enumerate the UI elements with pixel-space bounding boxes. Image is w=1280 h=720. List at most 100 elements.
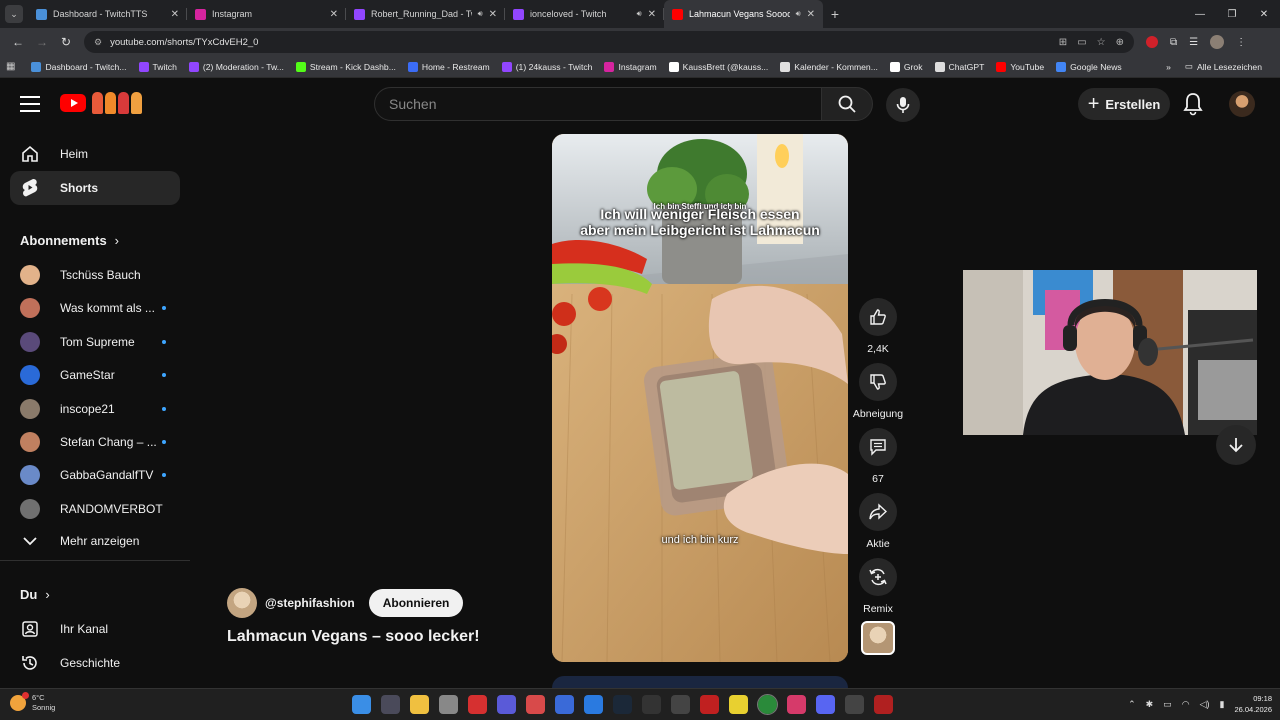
back-icon[interactable]: ←	[6, 35, 30, 49]
discord-icon[interactable]	[816, 695, 835, 714]
bookmark-item[interactable]: YouTube	[996, 61, 1044, 72]
speaker-icon[interactable]: 🔊︎	[796, 9, 801, 19]
sidebar-item-home[interactable]: Heim	[10, 137, 180, 171]
close-tab-icon[interactable]: ✕	[330, 9, 338, 20]
more-bookmarks-icon[interactable]: »	[1166, 62, 1171, 72]
remix-button[interactable]: Remix	[850, 558, 906, 615]
media-controls-icon[interactable]: ☰	[1189, 37, 1198, 48]
bookmark-item[interactable]: Instagram	[604, 61, 657, 72]
calculator-icon[interactable]	[381, 695, 400, 714]
tab-search-button[interactable]: ⌄	[0, 0, 28, 28]
minimize-icon[interactable]: —	[1184, 0, 1216, 28]
you-heading[interactable]: Du ›	[20, 587, 50, 602]
bookmark-item[interactable]: Dashboard - Twitch...	[31, 61, 127, 72]
comments-button[interactable]: 67	[850, 428, 906, 485]
wifi-icon[interactable]: ◠	[1182, 699, 1190, 710]
subscribe-button[interactable]: Abonnieren	[368, 589, 464, 617]
bookmark-item[interactable]: Grok	[889, 61, 923, 72]
bluetooth-icon[interactable]: ✱	[1146, 699, 1154, 710]
browser-tab[interactable]: Dashboard - TwitchTTS ✕	[28, 0, 187, 28]
steam-icon[interactable]	[613, 695, 632, 714]
profile-avatar[interactable]	[1210, 35, 1225, 49]
display-icon[interactable]: ▭	[1163, 699, 1172, 710]
notifications-bell-icon[interactable]	[1182, 92, 1204, 116]
speaker-icon[interactable]: 🔊︎	[478, 9, 483, 19]
bookmark-item[interactable]: Kalender - Kommen...	[780, 61, 878, 72]
bookmark-item[interactable]: Home - Restream	[407, 61, 490, 72]
menu-icon[interactable]	[20, 96, 40, 112]
app-icon[interactable]	[584, 695, 603, 714]
close-tab-icon[interactable]: ✕	[171, 9, 179, 20]
app-icon[interactable]	[874, 695, 893, 714]
youtube-logo[interactable]	[60, 94, 86, 112]
opera-icon[interactable]	[787, 695, 806, 714]
subscription-item[interactable]: Stefan Chang – ...	[10, 425, 180, 459]
show-more-button[interactable]: Mehr anzeigen	[10, 524, 180, 558]
clock[interactable]: 09:18 26.04.2026	[1234, 693, 1272, 715]
browser-tab[interactable]: ionceloved - Twitch 🔊︎ ✕	[505, 0, 664, 28]
subscription-item[interactable]: inscope21	[10, 392, 180, 426]
subscription-item[interactable]: GameStar	[10, 358, 180, 392]
chrome-icon[interactable]	[757, 694, 778, 715]
file-explorer-icon[interactable]	[410, 695, 429, 714]
app-icon[interactable]	[671, 695, 690, 714]
bookmark-item[interactable]: Twitch	[138, 61, 177, 72]
bookmark-star-icon[interactable]: ☆	[1097, 37, 1106, 48]
forward-icon[interactable]: →	[30, 35, 54, 49]
extensions-icon[interactable]: ⧉	[1170, 37, 1177, 48]
bookmark-item[interactable]: Stream - Kick Dashb...	[295, 61, 396, 72]
channel-name[interactable]: @stephifashion	[265, 596, 355, 610]
next-short-preview[interactable]	[552, 676, 848, 688]
browser-menu-icon[interactable]: ⋮	[1236, 37, 1246, 48]
close-tab-icon[interactable]: ✕	[489, 9, 497, 20]
browser-tab[interactable]: Instagram ✕	[187, 0, 346, 28]
battery-icon[interactable]: ▮	[1220, 699, 1225, 710]
app-icon[interactable]	[642, 695, 661, 714]
sidebar-item-history[interactable]: Geschichte	[10, 646, 180, 680]
dislike-button[interactable]: Abneigung	[850, 363, 906, 420]
subscription-item[interactable]: Tschüss Bauch	[10, 258, 180, 292]
mouse-app-icon[interactable]	[439, 695, 458, 714]
create-button[interactable]: + Erstellen	[1078, 88, 1170, 120]
bookmark-item[interactable]: (1) 24kauss - Twitch	[501, 61, 592, 72]
share-button[interactable]: Aktie	[850, 493, 906, 550]
browser-tab[interactable]: Robert_Running_Dad - Twit 🔊︎ ✕	[346, 0, 505, 28]
cast-icon[interactable]: ▭	[1077, 37, 1086, 48]
adblock-extension-icon[interactable]	[1146, 36, 1158, 48]
url-field[interactable]: ⚙ youtube.com/shorts/TYxCdvEH2_0 ⊞ ▭ ☆ ⊕	[84, 31, 1134, 53]
bookmark-item[interactable]: Google News	[1056, 61, 1122, 72]
streaming-app-icon[interactable]	[700, 695, 719, 714]
zoom-icon[interactable]: ⊕	[1116, 37, 1124, 48]
browser-tab[interactable]: Lahmacun Vegans Soooo d 🔊︎ ✕	[664, 0, 823, 28]
voice-search-button[interactable]	[886, 88, 920, 122]
bookmark-item[interactable]: (2) Moderation - Tw...	[188, 61, 284, 72]
subscription-item[interactable]: Tom Supreme	[10, 325, 180, 359]
reload-icon[interactable]: ↻	[54, 35, 78, 49]
app-icon[interactable]	[845, 695, 864, 714]
close-window-icon[interactable]: ✕	[1248, 0, 1280, 28]
weather-widget[interactable]: 6°C Sonnig	[10, 692, 55, 713]
all-bookmarks-folder[interactable]: ▭ Alle Lesezeichen	[1185, 61, 1262, 72]
account-avatar[interactable]	[1229, 91, 1255, 117]
like-button[interactable]: 2,4K	[850, 298, 906, 355]
tray-overflow-icon[interactable]: ⌃	[1128, 699, 1136, 710]
maximize-icon[interactable]: ❐	[1216, 0, 1248, 28]
apps-grid-icon[interactable]: ▦	[6, 61, 15, 72]
sidebar-item-your-channel[interactable]: Ihr Kanal	[10, 612, 180, 646]
next-short-button[interactable]	[1216, 425, 1256, 465]
subscription-item[interactable]: GabbaGandalfTV	[10, 458, 180, 492]
new-tab-button[interactable]: +	[823, 6, 847, 22]
volume-icon[interactable]: ◁)	[1200, 699, 1210, 710]
subscriptions-heading[interactable]: Abonnements ›	[20, 233, 119, 248]
obs-icon[interactable]	[468, 695, 487, 714]
site-info-icon[interactable]: ⚙	[94, 37, 102, 48]
sidebar-item-shorts[interactable]: Shorts	[10, 171, 180, 205]
close-tab-icon[interactable]: ✕	[807, 9, 815, 20]
recorder-icon[interactable]	[526, 695, 545, 714]
start-icon[interactable]	[352, 695, 371, 714]
app-icon[interactable]	[729, 695, 748, 714]
original-sound-thumbnail[interactable]	[861, 621, 895, 655]
subscription-item[interactable]: Was kommt als ...	[10, 291, 180, 325]
bookmark-item[interactable]: KaussBrett (@kauss...	[668, 61, 768, 72]
speaker-icon[interactable]: 🔊︎	[637, 9, 642, 19]
